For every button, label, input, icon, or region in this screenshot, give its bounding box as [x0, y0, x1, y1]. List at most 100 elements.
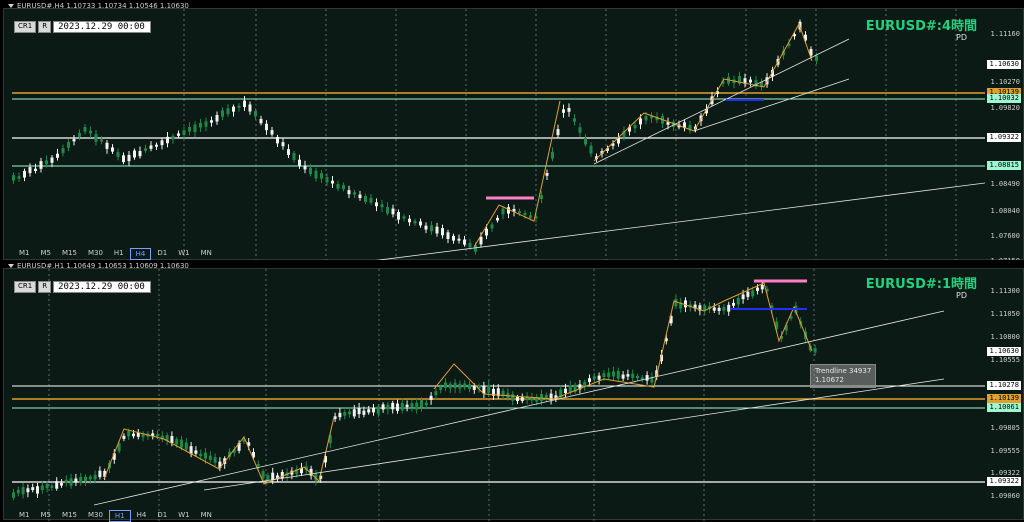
toolbar-buttons: CR1 R 2023.12.29 00:00 [14, 281, 152, 293]
candle-body [612, 371, 615, 377]
candle-body [221, 110, 224, 117]
date-field[interactable]: 2023.12.29 00:00 [53, 281, 152, 293]
candle-body [736, 297, 740, 305]
candle-body [133, 150, 136, 158]
r-button[interactable]: R [38, 281, 52, 293]
tf-h4[interactable]: H4 [129, 248, 152, 260]
tf-h1[interactable]: H1 [109, 248, 129, 260]
tf-w1[interactable]: W1 [173, 248, 194, 260]
candle-body [309, 167, 312, 174]
candle-body [79, 477, 83, 484]
price-axis[interactable]: 1.11300 1.11050 1.10800 1.10555 1.10278 1.100… [983, 269, 1023, 519]
candle-body [380, 204, 384, 208]
candle-body [430, 225, 433, 232]
chart-window-h4[interactable]: EURUSD#,H4 1.10733 1.10734 1.10546 1.106… [0, 2, 1024, 265]
price-tick: 1.09060 [990, 492, 1020, 500]
tf-m30[interactable]: M30 [83, 248, 108, 260]
candle-body [111, 147, 114, 152]
candle-body [523, 213, 527, 216]
candle-body [815, 55, 818, 61]
candle-body [756, 287, 759, 291]
candle-body [226, 108, 230, 115]
candle-body [717, 307, 721, 311]
tf-m15[interactable]: M15 [57, 510, 82, 522]
candle-body [424, 402, 428, 406]
symbol-label: EURUSD#:4時間 [865, 19, 977, 34]
candle-body [684, 300, 687, 308]
candle-body [396, 403, 399, 411]
candle-body [342, 185, 345, 190]
candle-body [60, 483, 63, 486]
price-axis[interactable]: 1.11160 1.10630 1.10270 1.09820 1.09322 1.088… [983, 9, 1023, 265]
candle-body [578, 127, 582, 133]
tf-m15[interactable]: M15 [57, 248, 82, 260]
candle-body [171, 135, 175, 140]
candle-body [448, 383, 452, 389]
tf-m1[interactable]: M1 [14, 248, 35, 260]
chart-panel[interactable]: CR1 R 2023.12.29 00:00 EURUSD#:1時間 PD Tr… [3, 268, 1024, 522]
candle-body [419, 221, 422, 226]
candle-body [21, 487, 25, 495]
candle-body [424, 225, 428, 230]
candle-body [127, 431, 131, 437]
chart-panel[interactable]: CR1 R 2023.12.29 00:00 EURUSD#:4時間 PD M1… [3, 8, 1024, 265]
price-tag: 1.10630 [987, 347, 1021, 356]
candle-body [93, 474, 97, 480]
candle-body [193, 124, 197, 133]
candlestick-chart[interactable] [4, 9, 1024, 261]
cr1-button[interactable]: CR1 [14, 21, 37, 33]
candle-body [248, 104, 252, 112]
date-field[interactable]: 2023.12.29 00:00 [53, 21, 152, 33]
candle-body [74, 478, 78, 483]
candle-body [204, 121, 208, 127]
candle-body [746, 291, 750, 297]
candle-body [400, 402, 404, 411]
zigzag-line [103, 416, 335, 485]
candle-body [429, 395, 433, 400]
chart-window-h1[interactable]: EURUSD#,H1 1.10649 1.10653 1.10609 1.106… [0, 260, 1024, 522]
candle-body [633, 125, 637, 129]
tf-d1[interactable]: D1 [152, 248, 172, 260]
candlestick-chart[interactable] [4, 269, 1024, 521]
candle-body [170, 436, 174, 444]
candle-body [621, 374, 625, 379]
price-tick: 1.11160 [990, 30, 1020, 38]
tooltip-title: Trendline 34937 [815, 367, 872, 375]
price-tick: 1.11050 [990, 310, 1020, 318]
tf-h4[interactable]: H4 [132, 510, 152, 522]
candle-body [254, 111, 257, 117]
candle-body [626, 374, 630, 377]
candle-body [375, 202, 378, 207]
candle-body [367, 409, 371, 413]
r-button[interactable]: R [38, 21, 52, 33]
tf-w1[interactable]: W1 [173, 510, 194, 522]
candle-body [39, 161, 43, 169]
candle-body [501, 208, 505, 215]
price-tick: 1.09555 [990, 447, 1020, 455]
candle-body [314, 170, 318, 179]
candle-body [12, 175, 15, 181]
tf-m30[interactable]: M30 [83, 510, 108, 522]
candle-body [271, 472, 275, 480]
tf-m1[interactable]: M1 [14, 510, 35, 522]
candle-body [31, 487, 35, 491]
candle-body [237, 105, 241, 108]
tf-mn[interactable]: MN [196, 248, 217, 260]
candle-body [458, 383, 462, 389]
tf-h1[interactable]: H1 [108, 510, 131, 522]
tf-mn[interactable]: MN [196, 510, 217, 522]
candle-body [298, 159, 301, 167]
tf-d1[interactable]: D1 [152, 510, 172, 522]
candle-body [89, 130, 92, 134]
trendline [593, 38, 850, 165]
candle-body [439, 387, 443, 390]
candle-body [266, 475, 270, 481]
price-tick: 1.09820 [990, 104, 1020, 112]
candle-body [616, 370, 620, 379]
zigzag-line [433, 282, 813, 400]
candle-body [446, 232, 450, 240]
cr1-button[interactable]: CR1 [14, 281, 37, 293]
tf-m5[interactable]: M5 [36, 248, 57, 260]
tf-m5[interactable]: M5 [36, 510, 57, 522]
candle-body [232, 106, 235, 112]
